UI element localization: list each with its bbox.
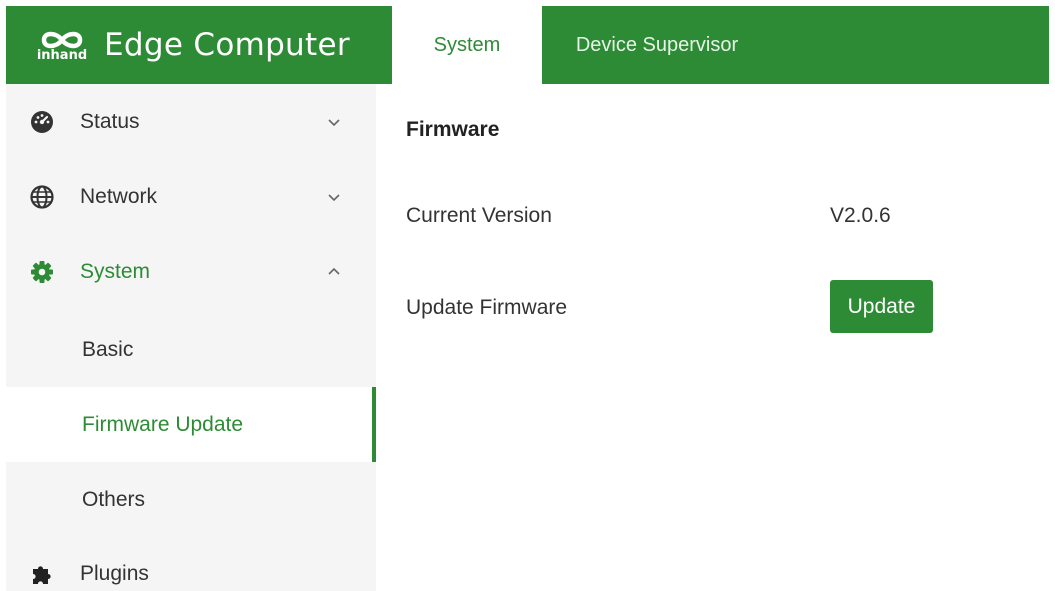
- brand[interactable]: inhand Edge Computer: [6, 6, 390, 84]
- top-tabs: System Device Supervisor: [392, 6, 772, 84]
- current-version-value: V2.0.6: [830, 204, 891, 227]
- sidebar-subitem-firmware-update-label: Firmware Update: [82, 412, 244, 436]
- page: inhand Edge Computer System Device Super…: [0, 0, 1055, 591]
- sidebar-item-plugins-label: Plugins: [80, 561, 149, 585]
- sidebar-item-status-label: Status: [80, 109, 140, 133]
- chevron-down-icon: [328, 193, 340, 201]
- sidebar-subitem-others[interactable]: Others: [6, 462, 376, 537]
- sidebar-item-system-label: System: [80, 259, 151, 283]
- sidebar-subitem-others-label: Others: [82, 487, 146, 511]
- sidebar-item-network[interactable]: Network: [6, 159, 376, 234]
- chevron-up-icon: [328, 267, 340, 275]
- inhand-logo: inhand: [30, 29, 94, 62]
- sidebar-subitem-basic-label: Basic: [82, 337, 134, 361]
- sidebar-item-network-label: Network: [80, 184, 158, 208]
- update-button[interactable]: Update: [830, 280, 933, 333]
- puzzle-icon: [30, 562, 54, 586]
- gear-icon: [30, 260, 54, 284]
- main-content: Firmware Current Version V2.0.6 Update F…: [376, 84, 1049, 591]
- sidebar-item-system[interactable]: System: [6, 234, 376, 309]
- logo-text: inhand: [36, 47, 88, 63]
- tab-system-label: System: [433, 33, 501, 56]
- top-header: inhand Edge Computer System Device Super…: [6, 6, 1049, 84]
- sidebar-item-plugins[interactable]: Plugins: [6, 536, 376, 591]
- sidebar: Status Network System Basic Firmware Upd…: [6, 84, 376, 591]
- tab-device-supervisor-label: Device Supervisor: [575, 33, 739, 56]
- update-firmware-label: Update Firmware: [406, 296, 568, 319]
- current-version-label: Current Version: [406, 204, 552, 227]
- sidebar-item-status[interactable]: Status: [6, 84, 376, 159]
- sidebar-subitem-firmware-update[interactable]: Firmware Update: [6, 387, 376, 462]
- chevron-down-icon: [328, 118, 340, 126]
- tab-device-supervisor[interactable]: Device Supervisor: [542, 6, 772, 84]
- dashboard-icon: [30, 110, 54, 134]
- globe-icon: [30, 184, 54, 209]
- app-title: Edge Computer: [104, 27, 350, 63]
- tab-system[interactable]: System: [392, 6, 542, 84]
- sidebar-subitem-basic[interactable]: Basic: [6, 312, 376, 387]
- section-title: Firmware: [406, 118, 500, 141]
